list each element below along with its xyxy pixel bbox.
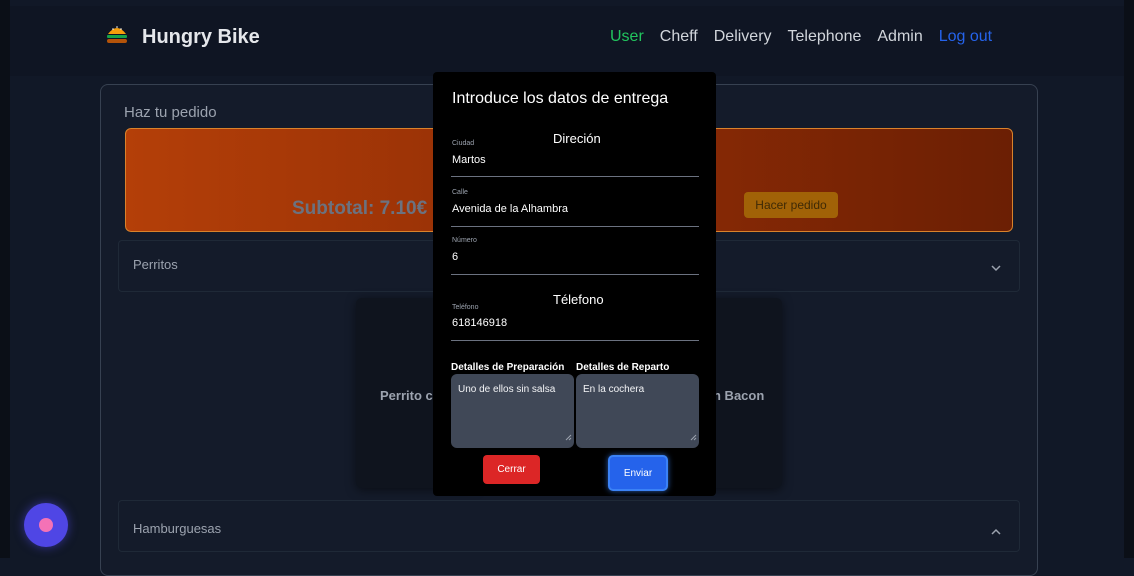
resize-grip-icon[interactable] [565,428,572,446]
category-hamburguesas[interactable]: Hamburguesas [118,500,1020,552]
place-order-button[interactable]: Hacer pedido [744,192,838,218]
phone-label: Teléfono [452,304,479,311]
street-field[interactable]: Calle Avenida de la Alhambra [451,186,699,227]
number-label: Número [452,237,477,244]
nav-telephone[interactable]: Telephone [788,28,862,46]
nav-delivery[interactable]: Delivery [714,28,772,46]
city-field[interactable]: Ciudad Martos [451,136,699,177]
resize-grip-icon[interactable] [690,428,697,446]
page-side-right [1124,0,1134,558]
order-card-title: Haz tu pedido [124,104,217,121]
nav-user[interactable]: User [610,28,644,46]
prep-details-label: Detalles de Preparación [451,362,565,373]
street-value: Avenida de la Alhambra [452,203,568,215]
delivery-details-value: En la cochera [583,384,645,395]
chevron-down-icon [991,259,1001,277]
number-field[interactable]: Número 6 [451,234,699,275]
number-value: 6 [452,251,459,263]
send-button[interactable]: Enviar [608,455,668,491]
city-value: Martos [452,154,486,166]
subtotal-text: Subtotal: 7.10€ [292,198,428,219]
delivery-details-label: Detalles de Reparto [576,362,670,373]
chat-bubble-icon [39,518,53,532]
nav-logout[interactable]: Log out [939,28,992,46]
modal-title: Introduce los datos de entrega [452,90,669,107]
brand[interactable]: Hungry Bike [104,22,260,53]
prep-details-textarea[interactable]: Uno de ellos sin salsa [451,374,574,448]
category-label: Hamburguesas [133,521,222,536]
page-side-left [0,0,10,558]
chevron-up-icon [991,523,1001,541]
brand-title: Hungry Bike [142,26,260,48]
product-name: n Bacon [713,388,765,403]
burger-bike-icon [104,22,130,53]
street-label: Calle [452,189,468,196]
phone-value: 618146918 [452,317,508,329]
nav-links: User Cheff Delivery Telephone Admin Log … [610,28,992,46]
close-button[interactable]: Cerrar [483,455,540,484]
delivery-modal: Introduce los datos de entrega Direción … [433,72,716,496]
nav-admin[interactable]: Admin [877,28,922,46]
phone-field[interactable]: Teléfono 618146918 [451,300,699,341]
delivery-details-textarea[interactable]: En la cochera [576,374,699,448]
product-name: Perrito co [380,388,441,403]
category-label: Perritos [133,257,178,272]
chat-bubble-button[interactable] [24,503,68,547]
city-label: Ciudad [452,140,475,147]
nav-cheff[interactable]: Cheff [660,28,698,46]
prep-details-value: Uno de ellos sin salsa [458,384,556,395]
